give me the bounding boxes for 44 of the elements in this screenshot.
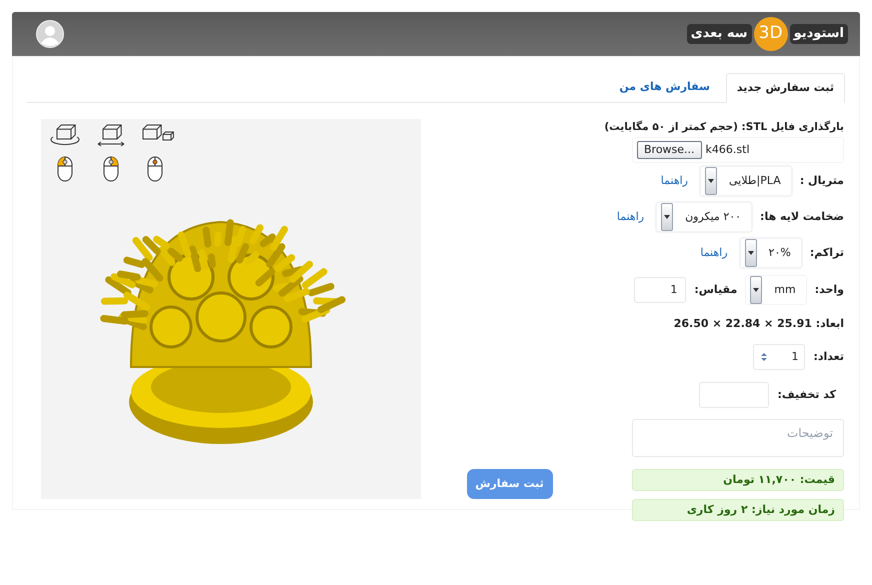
field-label: کد تخفیف: — [777, 386, 836, 403]
tab[interactable]: ثبت سفارش جدید — [726, 73, 845, 103]
dropdown-toggle[interactable] — [705, 167, 717, 195]
notes-field[interactable]: توضیحات — [632, 419, 844, 457]
info-alert: قیمت: ۱۱,۷۰۰ تومان — [632, 469, 844, 491]
field-label: واحد: — [814, 282, 844, 298]
caret-icon — [748, 251, 754, 255]
field-label: ضخامت لایه ها: — [760, 208, 844, 225]
field-label: مقیاس: — [694, 282, 738, 298]
help-link[interactable]: راهنما — [700, 244, 728, 262]
caret-icon — [753, 288, 760, 292]
upload-label: بارگذاری فایل STL: (حجم کمتر از ۵۰ مگابایت) — [603, 120, 844, 135]
dropdown-field[interactable]: ۲۰۰ میکرون — [656, 202, 752, 232]
logo-word: استودیو — [790, 24, 848, 44]
dropdown-value: ۲۰۰ میکرون — [684, 208, 742, 225]
dropdown-field[interactable]: mm — [745, 275, 807, 305]
dropdown-value: ۲۰% — [768, 244, 792, 261]
dropdown-value: PLA|طلایی — [728, 172, 782, 189]
spinner-icon — [760, 352, 768, 362]
help-link[interactable]: راهنما — [616, 208, 644, 226]
dropdown-toggle[interactable] — [750, 276, 762, 304]
input-field[interactable] — [699, 382, 770, 408]
dropdown-toggle[interactable] — [661, 203, 674, 231]
number-field[interactable]: 1 — [753, 344, 806, 370]
dropdown-value: mm — [773, 282, 797, 298]
logo-badge: 3D — [754, 17, 788, 51]
dropdown-toggle[interactable] — [744, 239, 757, 267]
tab[interactable]: سفارش های من — [603, 72, 726, 102]
browse-button[interactable]: Browse... — [637, 141, 702, 159]
caret-icon — [708, 179, 714, 183]
file-name: k466.stl — [706, 142, 750, 158]
dropdown-field[interactable]: ۲۰% — [740, 238, 802, 268]
file-input-field[interactable]: Browse... k466.stl — [632, 137, 844, 163]
help-link[interactable]: راهنما — [660, 172, 688, 190]
field-label: متریال : — [800, 172, 844, 189]
user-avatar-icon[interactable] — [36, 20, 64, 48]
caret-icon — [664, 215, 670, 219]
input-field[interactable]: 1 — [634, 277, 686, 303]
field-label: تراکم: — [810, 244, 844, 261]
dropdown-field[interactable]: PLA|طلایی — [700, 166, 792, 196]
info-alert: زمان مورد نیاز: ۲ روز کاری — [632, 499, 844, 521]
dimensions-text: ابعاد: 25.91 × 22.84 × 26.50 — [674, 316, 844, 332]
field-label: تعداد: — [813, 348, 844, 365]
logo-word: سه بعدی — [686, 24, 752, 44]
